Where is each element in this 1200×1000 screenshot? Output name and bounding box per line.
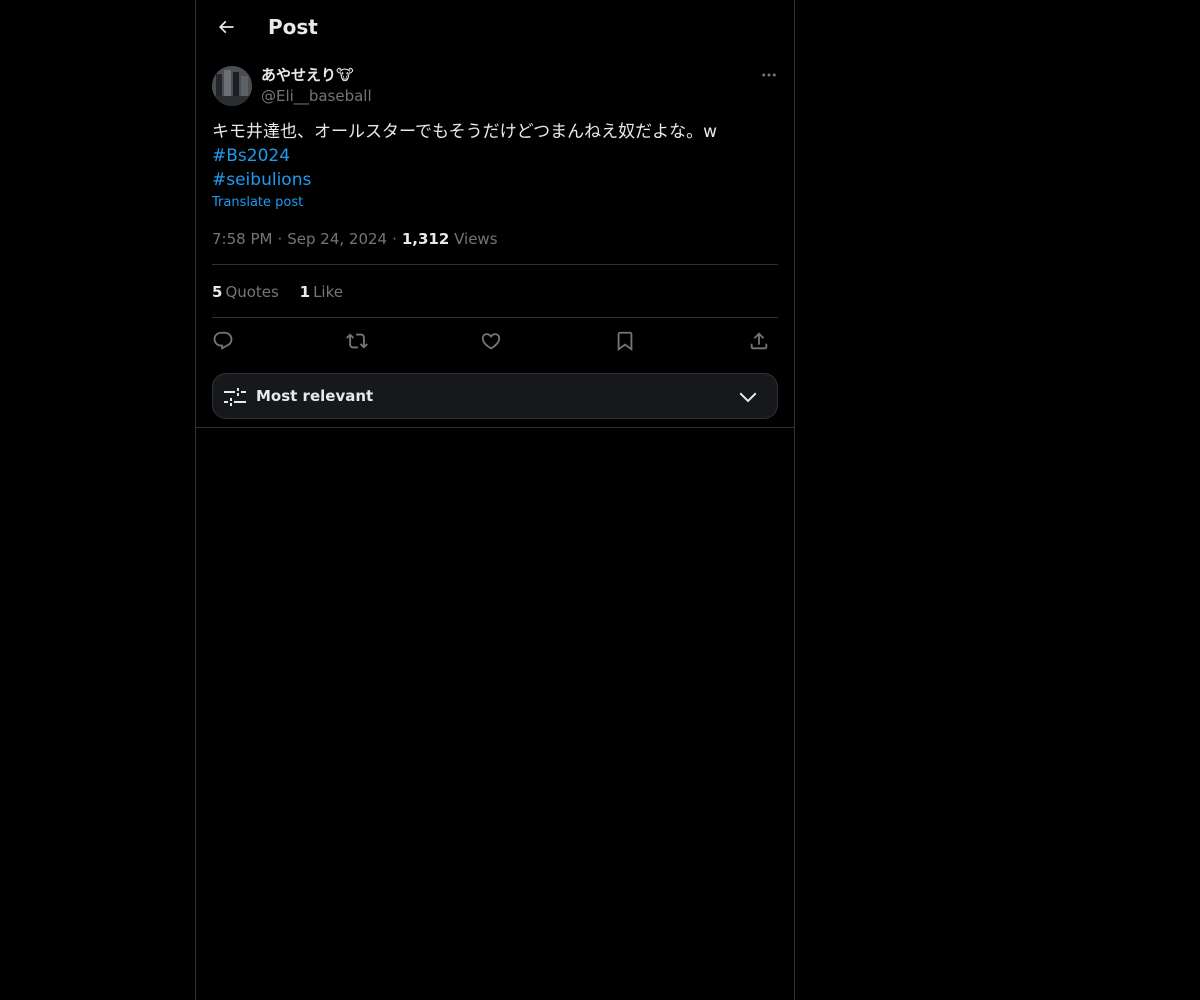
hashtag-link[interactable]: #seibulions (212, 168, 778, 192)
bookmark-button[interactable] (610, 326, 640, 356)
repost-icon (346, 333, 368, 349)
action-bar (212, 326, 778, 356)
hashtag-link[interactable]: #Bs2024 (212, 144, 778, 168)
heart-icon (481, 333, 501, 350)
post-meta: 7:58 PM · Sep 24, 2024 · 1,312 Views (212, 229, 498, 249)
tweet-text: キモ井達也、オールスターでもそうだけどつまんねえ奴だよな。w #Bs2024 #… (212, 120, 778, 192)
share-icon (750, 332, 768, 350)
like-button[interactable] (476, 326, 506, 356)
author-handle[interactable]: @Eli__baseball (261, 86, 372, 106)
share-button[interactable] (744, 326, 774, 356)
meta-separator: · (277, 230, 283, 248)
sort-replies-dropdown[interactable]: Most relevant (212, 373, 778, 419)
back-button[interactable] (208, 9, 244, 45)
avatar[interactable] (212, 66, 252, 106)
top-bar: Post (196, 0, 794, 54)
quotes-label: Quotes (225, 283, 279, 301)
divider (212, 264, 778, 265)
reply-icon (213, 331, 233, 350)
bookmark-icon (617, 331, 633, 352)
page-title: Post (268, 15, 318, 39)
author-display-name[interactable]: あやせえり🐮 (261, 65, 354, 85)
avatar-image (212, 66, 252, 106)
translate-post-link[interactable]: Translate post (212, 194, 303, 212)
quotes-count: 5 (212, 283, 223, 301)
post-time[interactable]: 7:58 PM (212, 230, 272, 248)
likes-count: 1 (299, 283, 311, 301)
likes-stat[interactable]: 1 Like (300, 283, 343, 301)
divider (196, 427, 794, 428)
arrow-left-icon (218, 20, 234, 34)
meta-separator: · (392, 230, 397, 248)
post-date[interactable]: Sep 24, 2024 (287, 230, 387, 248)
reply-button[interactable] (208, 326, 238, 356)
views-label: Views (454, 230, 498, 248)
post-stats: 5 Quotes 1 Like (212, 282, 359, 302)
post-column: Post あやせえり🐮 @Eli__baseball キモ井達也、オールスターで… (195, 0, 795, 1000)
more-horizontal-icon (762, 73, 776, 77)
repost-button[interactable] (342, 326, 372, 356)
more-options-button[interactable] (754, 62, 784, 88)
sort-label: Most relevant (256, 387, 374, 405)
sliders-icon (224, 388, 246, 406)
views-count: 1,312 (401, 230, 450, 248)
quotes-stat[interactable]: 5 Quotes (212, 283, 279, 301)
likes-label: Like (313, 283, 343, 301)
chevron-down-icon (739, 392, 757, 403)
tweet-body: キモ井達也、オールスターでもそうだけどつまんねえ奴だよな。w (212, 122, 718, 142)
divider (212, 317, 778, 318)
